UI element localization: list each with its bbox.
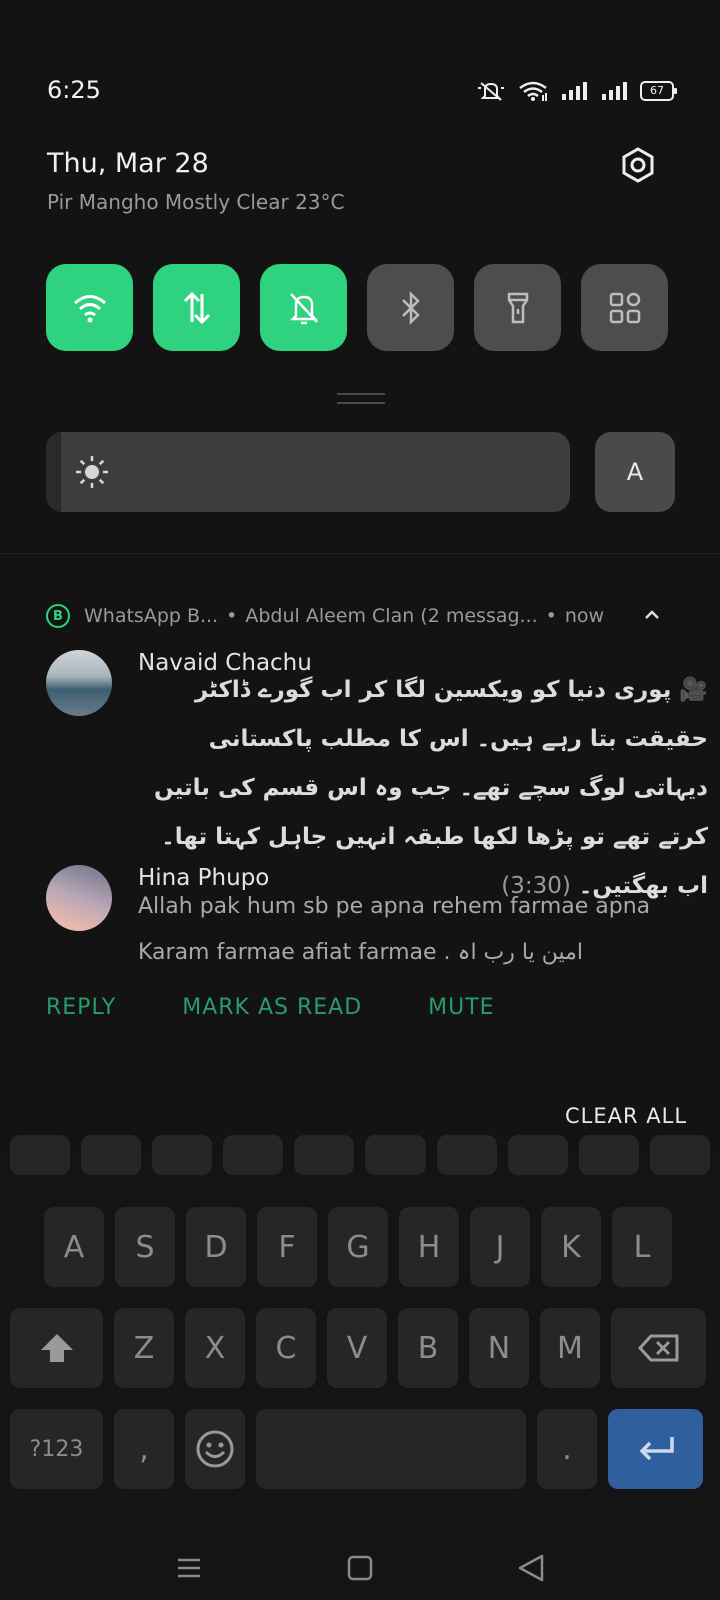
tile-bluetooth[interactable] <box>367 264 454 351</box>
key-k[interactable]: K <box>541 1207 601 1287</box>
message-item: Navaid Chachu 🎥 پوری دنیا کو ویکسین لگا … <box>46 650 708 899</box>
key-m[interactable]: M <box>540 1308 600 1388</box>
wifi-icon <box>73 294 106 322</box>
notification-header: B WhatsApp B... • Abdul Aleem Clan (2 me… <box>46 601 676 631</box>
key[interactable] <box>578 1135 639 1175</box>
message-text: Allah pak hum sb pe apna rehem farmae ap… <box>138 894 651 965</box>
data-transfer-icon <box>183 291 210 324</box>
tile-more[interactable] <box>581 264 668 351</box>
key-a[interactable]: A <box>44 1207 104 1287</box>
key[interactable] <box>152 1135 213 1175</box>
keyboard: A S D F G H J K L Z X C V B N M ?123 , . <box>0 1135 720 1600</box>
app-name: WhatsApp B... <box>84 605 219 627</box>
key-g[interactable]: G <box>328 1207 388 1287</box>
signal-2-icon <box>602 82 627 100</box>
home-icon[interactable] <box>346 1554 374 1582</box>
key-z[interactable]: Z <box>114 1308 174 1388</box>
key[interactable] <box>365 1135 426 1175</box>
keyboard-row-4: ?123 , . <box>10 1409 703 1489</box>
status-icons: 67 <box>476 80 677 102</box>
auto-brightness-button[interactable]: A <box>595 432 675 512</box>
key-c[interactable]: C <box>256 1308 316 1388</box>
key-b[interactable]: B <box>398 1308 458 1388</box>
notification-actions: REPLY MARK AS READ MUTE <box>46 995 561 1020</box>
avatar <box>46 650 112 716</box>
group-name: Abdul Aleem Clan (2 messag... <box>245 605 538 627</box>
reply-button[interactable]: REPLY <box>46 995 116 1020</box>
status-time: 6:25 <box>47 76 101 104</box>
grid-icon <box>609 292 640 323</box>
keyboard-row-1 <box>10 1135 710 1180</box>
key[interactable] <box>81 1135 142 1175</box>
emoji-icon <box>196 1430 234 1468</box>
wifi-status-icon <box>519 81 547 101</box>
back-icon[interactable] <box>516 1553 546 1583</box>
chevron-up-icon[interactable] <box>642 605 662 625</box>
key-j[interactable]: J <box>470 1207 530 1287</box>
key-d[interactable]: D <box>186 1207 246 1287</box>
enter-icon <box>639 1437 674 1461</box>
bluetooth-icon <box>401 290 420 325</box>
clear-all-button[interactable]: CLEAR ALL <box>565 1104 687 1128</box>
comma-key[interactable]: , <box>114 1409 174 1489</box>
tile-mobile-data[interactable] <box>153 264 240 351</box>
bell-off-icon <box>289 292 318 324</box>
menu-icon[interactable] <box>175 1554 203 1582</box>
panel-drag-handle[interactable] <box>337 393 385 404</box>
brightness-fill <box>46 432 61 512</box>
backspace-icon <box>637 1334 678 1362</box>
settings-hex-icon <box>622 147 654 183</box>
symbols-key[interactable]: ?123 <box>10 1409 103 1489</box>
tile-wifi[interactable] <box>46 264 133 351</box>
key[interactable] <box>10 1135 71 1175</box>
tile-silent[interactable] <box>260 264 347 351</box>
notification-time: now <box>564 605 605 627</box>
whatsapp-business-icon: B <box>46 604 70 628</box>
quick-settings-tiles <box>46 264 668 351</box>
flashlight-icon <box>507 292 528 323</box>
key-v[interactable]: V <box>327 1308 387 1388</box>
mark-as-read-button[interactable]: MARK AS READ <box>182 995 362 1020</box>
key-l[interactable]: L <box>612 1207 672 1287</box>
key-f[interactable]: F <box>257 1207 317 1287</box>
divider <box>0 553 720 554</box>
key[interactable] <box>294 1135 355 1175</box>
emoji-key[interactable] <box>185 1409 245 1489</box>
period-key[interactable]: . <box>537 1409 597 1489</box>
keyboard-row-3: Z X C V B N M <box>10 1308 706 1388</box>
date-label: Thu, Mar 28 <box>47 148 209 179</box>
mute-bell-icon <box>478 82 504 101</box>
signal-1-icon <box>562 82 587 100</box>
key-x[interactable]: X <box>185 1308 245 1388</box>
settings-button[interactable] <box>618 145 658 185</box>
shift-key[interactable] <box>10 1308 103 1388</box>
message-item: Hina Phupo Allah pak hum sb pe apna rehe… <box>46 865 686 985</box>
weather-label: Pir Mangho Mostly Clear 23°C <box>47 190 345 214</box>
sun-icon <box>76 456 108 488</box>
battery-icon: 67 <box>640 81 677 101</box>
key[interactable] <box>223 1135 284 1175</box>
tile-flashlight[interactable] <box>474 264 561 351</box>
enter-key[interactable] <box>608 1409 703 1489</box>
navigation-bar <box>0 1540 720 1600</box>
brightness-slider[interactable] <box>46 432 570 512</box>
key-n[interactable]: N <box>469 1308 529 1388</box>
whatsapp-notification[interactable]: B WhatsApp B... • Abdul Aleem Clan (2 me… <box>0 555 720 1075</box>
shift-icon <box>40 1334 73 1362</box>
backspace-key[interactable] <box>611 1308 706 1388</box>
key[interactable] <box>649 1135 710 1175</box>
space-key[interactable] <box>256 1409 526 1489</box>
key-s[interactable]: S <box>115 1207 175 1287</box>
key-h[interactable]: H <box>399 1207 459 1287</box>
avatar <box>46 865 112 931</box>
keyboard-row-2: A S D F G H J K L <box>44 1207 672 1287</box>
key[interactable] <box>507 1135 568 1175</box>
mute-button[interactable]: MUTE <box>428 995 494 1020</box>
key[interactable] <box>436 1135 497 1175</box>
